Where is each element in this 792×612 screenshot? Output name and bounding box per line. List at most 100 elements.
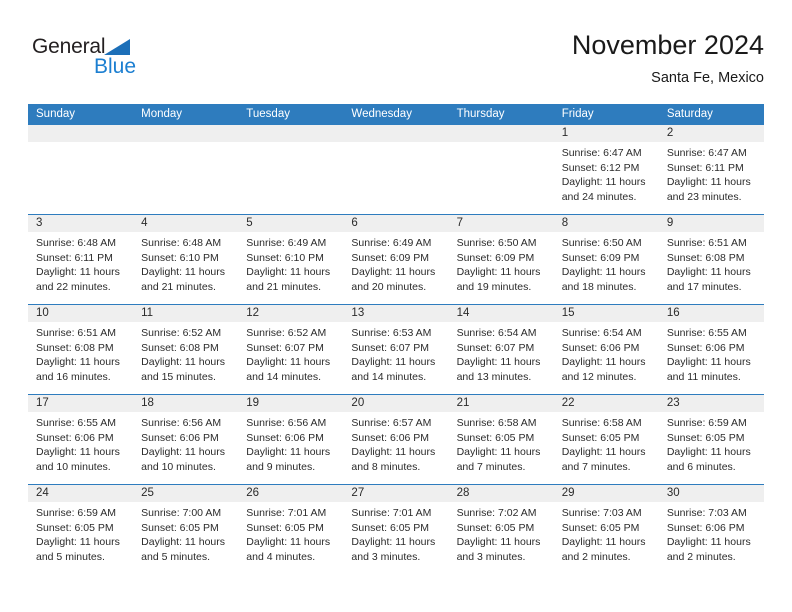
day-detail-line: Daylight: 11 hours bbox=[351, 266, 436, 278]
day-number: 7 bbox=[456, 217, 463, 229]
day-cell[interactable]: 24 Sunrise: 6:59 AM Sunset: 6:05 PM Dayligh… bbox=[28, 485, 133, 574]
weekday-header-wednesday: Wednesday bbox=[351, 108, 412, 120]
day-details: Sunrise: 6:57 AM Sunset: 6:06 PM Daylight:… bbox=[351, 416, 444, 474]
day-detail-line: Sunset: 6:09 PM bbox=[351, 251, 430, 264]
weekday-header-sunday: Sunday bbox=[36, 108, 76, 120]
day-number: 25 bbox=[141, 487, 154, 499]
day-detail-line: and 21 minutes. bbox=[246, 280, 321, 293]
day-detail-line: Sunset: 6:06 PM bbox=[561, 341, 640, 354]
weekday-header-thursday: Thursday bbox=[456, 108, 505, 120]
day-cell[interactable]: 13 Sunrise: 6:53 AM Sunset: 6:07 PM Dayligh… bbox=[343, 305, 448, 394]
day-cell[interactable]: 26 Sunrise: 7:01 AM Sunset: 6:05 PM Dayligh… bbox=[238, 485, 343, 574]
day-number: 23 bbox=[666, 397, 680, 409]
day-cell[interactable]: 2 Sunrise: 6:47 AM Sunset: 6:11 PM Daylight… bbox=[659, 125, 764, 214]
day-detail-line: Sunset: 6:08 PM bbox=[666, 251, 745, 264]
day-number: 10 bbox=[36, 307, 49, 319]
brand-logo[interactable]: General Blue bbox=[32, 36, 212, 88]
day-cell[interactable]: 29 Sunrise: 7:03 AM Sunset: 6:05 PM Dayligh… bbox=[554, 485, 659, 574]
day-detail-line: Sunrise: 6:57 AM bbox=[351, 417, 432, 429]
day-detail-line: and 22 minutes. bbox=[36, 280, 111, 293]
day-details: Sunrise: 6:47 AM Sunset: 6:11 PM Daylight:… bbox=[667, 146, 760, 204]
day-cell[interactable]: 1 Sunrise: 6:47 AM Sunset: 6:12 PM Daylight… bbox=[554, 125, 659, 214]
day-cell[interactable]: 30 Sunrise: 7:03 AM Sunset: 6:06 PM Dayligh… bbox=[659, 485, 764, 574]
day-cell[interactable]: 4 Sunrise: 6:48 AM Sunset: 6:10 PM Daylight… bbox=[133, 215, 238, 304]
weekday-header-monday: Monday bbox=[141, 108, 183, 120]
day-number: 8 bbox=[561, 217, 569, 229]
day-detail-line: Sunrise: 6:48 AM bbox=[36, 237, 116, 249]
day-detail-line: Sunrise: 7:02 AM bbox=[456, 507, 537, 519]
day-details: Sunrise: 6:49 AM Sunset: 6:09 PM Daylight:… bbox=[351, 236, 444, 294]
day-detail-line: Sunrise: 7:03 AM bbox=[561, 507, 642, 519]
day-detail-line: Daylight: 11 hours bbox=[456, 536, 541, 548]
day-number: 29 bbox=[561, 487, 575, 499]
day-detail-line: Sunrise: 6:51 AM bbox=[666, 237, 747, 249]
day-detail-line: Daylight: 11 hours bbox=[456, 266, 541, 278]
day-detail-line: and 7 minutes. bbox=[561, 460, 631, 473]
day-cell[interactable]: 25 Sunrise: 7:00 AM Sunset: 6:05 PM Dayligh… bbox=[133, 485, 238, 574]
day-details: Sunrise: 6:52 AM Sunset: 6:08 PM Daylight:… bbox=[141, 326, 234, 384]
day-details: Sunrise: 6:47 AM Sunset: 6:12 PM Daylight:… bbox=[562, 146, 655, 204]
day-cell[interactable]: 28 Sunrise: 7:02 AM Sunset: 6:05 PM Dayligh… bbox=[449, 485, 554, 574]
day-cell[interactable]: 14 Sunrise: 6:54 AM Sunset: 6:07 PM Dayligh… bbox=[449, 305, 554, 394]
day-number: 4 bbox=[141, 217, 148, 229]
day-details: Sunrise: 6:51 AM Sunset: 6:08 PM Daylight:… bbox=[36, 326, 129, 384]
day-detail-line: Sunset: 6:05 PM bbox=[36, 521, 114, 534]
day-cell[interactable]: 11 Sunrise: 6:52 AM Sunset: 6:08 PM Dayligh… bbox=[133, 305, 238, 394]
day-details: Sunrise: 6:55 AM Sunset: 6:06 PM Daylight:… bbox=[36, 416, 129, 474]
day-cell[interactable]: 18 Sunrise: 6:56 AM Sunset: 6:06 PM Dayligh… bbox=[133, 395, 238, 484]
day-cell[interactable]: 22 Sunrise: 6:58 AM Sunset: 6:05 PM Dayligh… bbox=[554, 395, 659, 484]
day-detail-line: Daylight: 11 hours bbox=[36, 356, 120, 368]
day-number: 18 bbox=[141, 397, 154, 409]
day-detail-line: Daylight: 11 hours bbox=[36, 446, 120, 458]
day-details: Sunrise: 7:01 AM Sunset: 6:05 PM Daylight:… bbox=[351, 506, 444, 564]
day-cell[interactable]: 19 Sunrise: 6:56 AM Sunset: 6:06 PM Dayligh… bbox=[238, 395, 343, 484]
day-detail-line: Sunset: 6:09 PM bbox=[561, 251, 640, 264]
day-number: 2 bbox=[666, 127, 674, 139]
day-detail-line: and 2 minutes. bbox=[666, 550, 736, 563]
day-cell-empty bbox=[238, 125, 343, 214]
day-detail-line: Sunrise: 7:03 AM bbox=[666, 507, 747, 519]
day-detail-line: Daylight: 11 hours bbox=[141, 266, 225, 278]
day-cell[interactable]: 23 Sunrise: 6:59 AM Sunset: 6:05 PM Dayligh… bbox=[659, 395, 764, 484]
day-detail-line: and 12 minutes. bbox=[561, 370, 637, 383]
day-detail-line: Sunrise: 6:49 AM bbox=[351, 237, 432, 249]
day-cell[interactable]: 27 Sunrise: 7:01 AM Sunset: 6:05 PM Dayligh… bbox=[343, 485, 448, 574]
day-cell[interactable]: 9 Sunrise: 6:51 AM Sunset: 6:08 PM Daylight… bbox=[659, 215, 764, 304]
day-detail-line: Sunset: 6:05 PM bbox=[456, 431, 535, 444]
day-number: 5 bbox=[246, 217, 253, 229]
day-cell[interactable]: 8 Sunrise: 6:50 AM Sunset: 6:09 PM Daylight… bbox=[554, 215, 659, 304]
title-block: November 2024 Santa Fe, Mexico bbox=[572, 28, 764, 88]
day-number: 17 bbox=[36, 397, 49, 409]
day-cell[interactable]: 17 Sunrise: 6:55 AM Sunset: 6:06 PM Dayligh… bbox=[28, 395, 133, 484]
day-number: 13 bbox=[351, 307, 365, 319]
day-cell[interactable]: 6 Sunrise: 6:49 AM Sunset: 6:09 PM Daylight… bbox=[343, 215, 448, 304]
day-cell[interactable]: 12 Sunrise: 6:52 AM Sunset: 6:07 PM Dayligh… bbox=[238, 305, 343, 394]
day-detail-line: Sunrise: 6:58 AM bbox=[561, 417, 642, 429]
day-cell[interactable]: 3 Sunrise: 6:48 AM Sunset: 6:11 PM Daylight… bbox=[28, 215, 133, 304]
day-number: 11 bbox=[141, 307, 154, 319]
day-detail-line: Daylight: 11 hours bbox=[351, 536, 436, 548]
day-cell[interactable]: 15 Sunrise: 6:54 AM Sunset: 6:06 PM Dayligh… bbox=[554, 305, 659, 394]
day-number: 3 bbox=[36, 217, 43, 229]
day-number: 24 bbox=[36, 487, 49, 499]
day-detail-line: Sunset: 6:09 PM bbox=[456, 251, 535, 264]
day-cell[interactable]: 16 Sunrise: 6:55 AM Sunset: 6:06 PM Dayligh… bbox=[659, 305, 764, 394]
week-row: 10 Sunrise: 6:51 AM Sunset: 6:08 PM Dayligh… bbox=[28, 304, 764, 394]
day-detail-line: Sunrise: 6:51 AM bbox=[36, 327, 116, 339]
day-number: 19 bbox=[246, 397, 260, 409]
day-cell-empty bbox=[343, 125, 448, 214]
day-cell[interactable]: 5 Sunrise: 6:49 AM Sunset: 6:10 PM Daylight… bbox=[238, 215, 343, 304]
day-cell[interactable]: 7 Sunrise: 6:50 AM Sunset: 6:09 PM Daylight… bbox=[449, 215, 554, 304]
day-cell[interactable]: 20 Sunrise: 6:57 AM Sunset: 6:06 PM Dayligh… bbox=[343, 395, 448, 484]
day-detail-line: and 10 minutes. bbox=[36, 460, 111, 473]
day-cell[interactable]: 10 Sunrise: 6:51 AM Sunset: 6:08 PM Dayligh… bbox=[28, 305, 133, 394]
day-detail-line: and 14 minutes. bbox=[351, 370, 427, 383]
day-details: Sunrise: 6:59 AM Sunset: 6:05 PM Daylight:… bbox=[36, 506, 129, 564]
day-cell-empty bbox=[133, 125, 238, 214]
day-detail-line: Daylight: 11 hours bbox=[351, 356, 436, 368]
day-number: 1 bbox=[561, 127, 569, 139]
day-cell[interactable]: 21 Sunrise: 6:58 AM Sunset: 6:05 PM Dayligh… bbox=[449, 395, 554, 484]
day-number: 26 bbox=[246, 487, 260, 499]
day-cells: 17 Sunrise: 6:55 AM Sunset: 6:06 PM Dayligh… bbox=[28, 395, 764, 484]
day-details: Sunrise: 6:48 AM Sunset: 6:10 PM Daylight:… bbox=[141, 236, 234, 294]
